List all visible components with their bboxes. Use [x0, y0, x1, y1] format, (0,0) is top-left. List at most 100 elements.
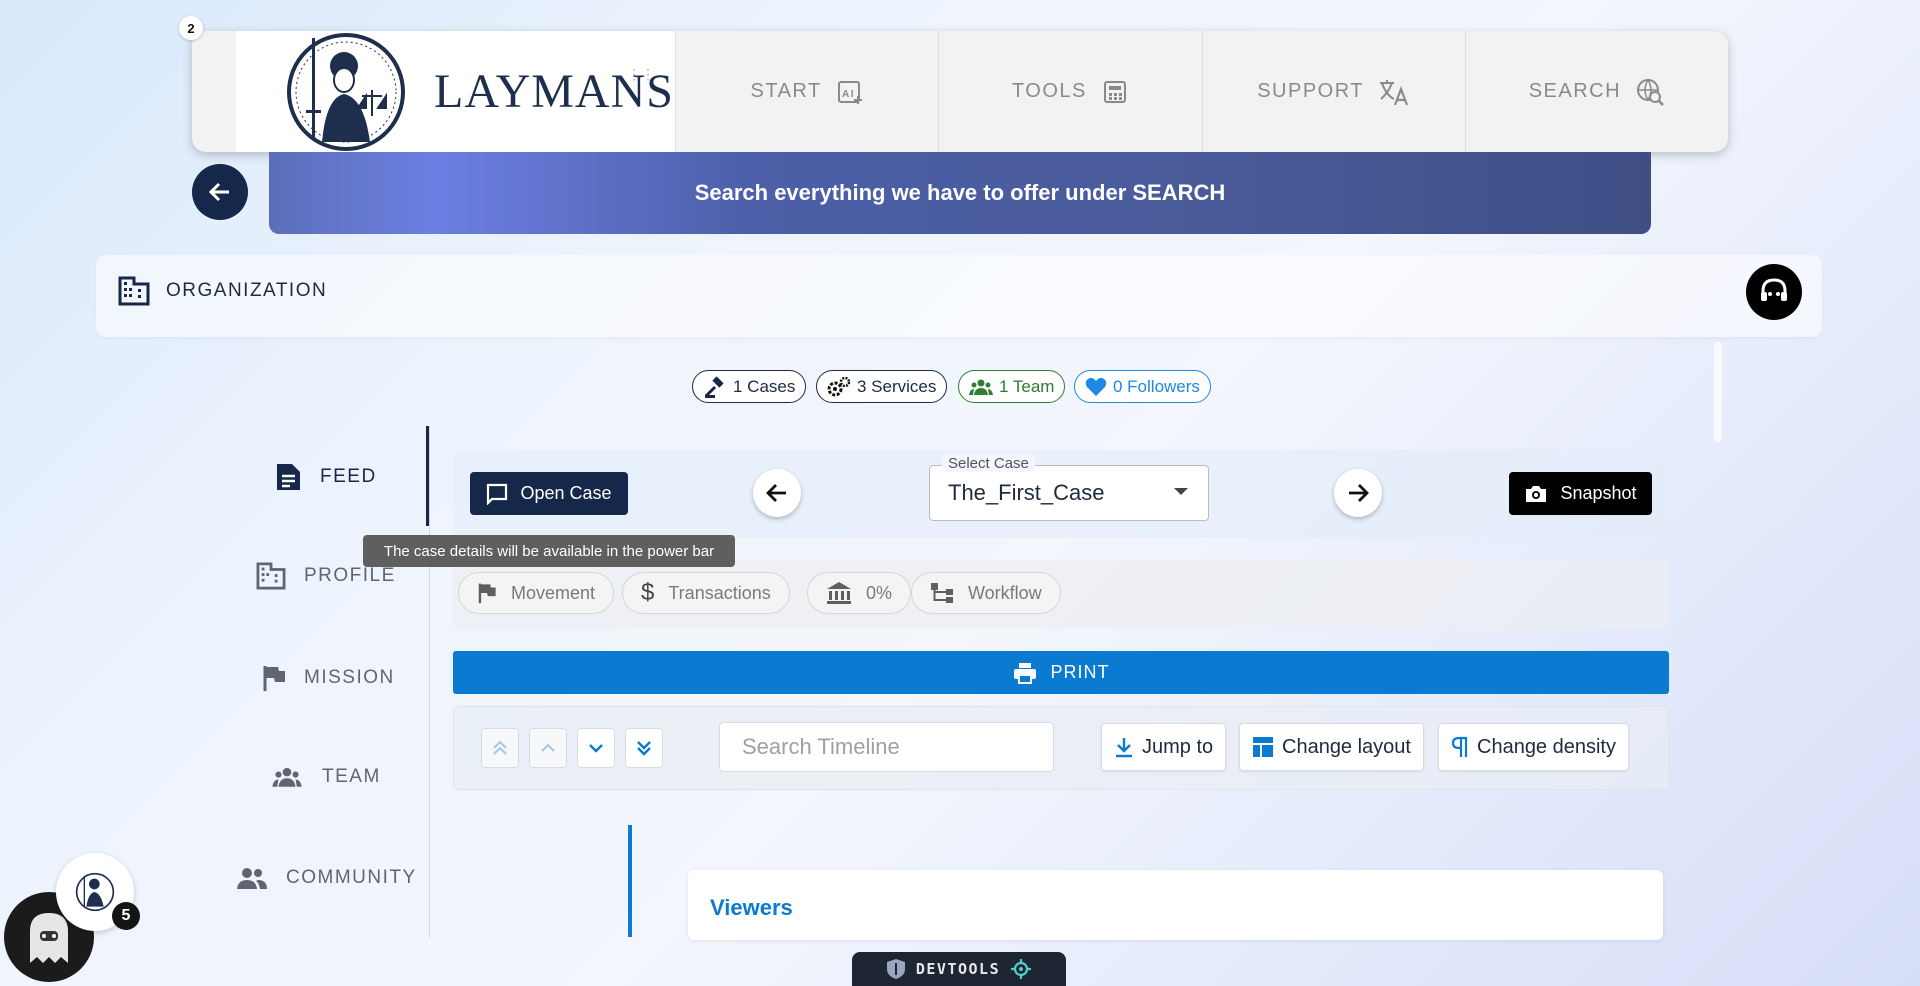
info-banner: Search everything we have to offer under… — [269, 152, 1651, 234]
sidebar-divider — [429, 426, 430, 938]
services-count: 3 Services — [857, 376, 937, 396]
printer-icon — [1013, 662, 1036, 684]
change-density-button[interactable]: Change density — [1438, 723, 1629, 771]
tab-label: Transactions — [668, 582, 771, 603]
sidebar-item-label: MISSION — [304, 667, 395, 688]
print-label: PRINT — [1050, 662, 1110, 682]
sidebar-item-feed[interactable]: FEED — [274, 462, 377, 492]
building-icon — [118, 276, 150, 306]
chevron-up-icon — [541, 743, 555, 752]
sidebar-item-mission[interactable]: MISSION — [262, 664, 395, 692]
case-select-value[interactable]: The_First_Case — [948, 480, 1105, 506]
nav-support-label: SUPPORT — [1257, 80, 1365, 102]
scroll-down-button[interactable] — [577, 728, 615, 768]
case-select-label: Select Case — [942, 455, 1035, 472]
snapshot-button[interactable]: Snapshot — [1509, 472, 1652, 515]
devtools-toggle[interactable]: DEVTOOLS — [852, 952, 1066, 986]
justice-logo-icon — [287, 32, 405, 151]
page-header — [96, 255, 1822, 337]
tab-transactions[interactable]: $ Transactions — [622, 572, 790, 614]
previous-case-button[interactable] — [753, 469, 801, 517]
svg-text:AI: AI — [842, 89, 855, 100]
nav-support[interactable]: SUPPORT — [1203, 31, 1466, 152]
arrow-left-icon — [208, 182, 229, 202]
back-button[interactable] — [192, 164, 248, 220]
layout-icon — [1253, 737, 1273, 757]
followers-count: 0 Followers — [1113, 376, 1200, 396]
tab-workflow[interactable]: Workflow — [911, 572, 1061, 614]
cases-chip[interactable]: 1 Cases — [692, 370, 807, 403]
open-case-tooltip: The case details will be available in th… — [363, 535, 735, 567]
tab-label: Workflow — [968, 582, 1042, 603]
sidebar-active-indicator — [426, 426, 429, 526]
nav-search[interactable]: SEARCH — [1466, 31, 1728, 152]
cases-count: 1 Cases — [733, 376, 796, 396]
scroll-bottom-button[interactable] — [625, 728, 663, 768]
document-icon — [277, 464, 300, 490]
scroll-up-button[interactable] — [529, 728, 567, 768]
sidebar-item-team[interactable]: TEAM — [270, 766, 381, 788]
nav-start[interactable]: START AI — [676, 31, 940, 152]
notification-badge: 5 — [112, 902, 140, 930]
print-button[interactable]: PRINT — [453, 651, 1669, 694]
sidebar-item-label: TEAM — [322, 766, 381, 787]
sidebar-item-label: COMMUNITY — [286, 867, 417, 888]
snapshot-label: Snapshot — [1560, 483, 1637, 503]
flag-icon — [263, 666, 285, 691]
headset-icon — [1761, 278, 1787, 301]
caret-down-icon[interactable] — [1174, 488, 1188, 495]
arrow-right-icon — [1349, 484, 1369, 502]
tab-label: 0% — [866, 582, 893, 603]
sidebar-item-label: PROFILE — [304, 565, 396, 586]
change-layout-label: Change layout — [1282, 735, 1411, 758]
services-chip[interactable]: 3 Services — [816, 370, 948, 403]
tab-progress[interactable]: 0% — [807, 572, 912, 614]
page-title: ORGANIZATION — [118, 276, 327, 306]
ai-spark-icon: AI — [837, 80, 862, 104]
double-chevron-up-icon — [493, 740, 507, 755]
nav-search-label: SEARCH — [1528, 80, 1622, 102]
logo[interactable]: LAYMANS ⋮⋮ — [236, 31, 676, 152]
change-layout-button[interactable]: Change layout — [1239, 723, 1424, 771]
next-case-button[interactable] — [1334, 469, 1382, 517]
building-icon — [256, 562, 286, 590]
change-density-label: Change density — [1477, 735, 1616, 758]
shield-icon — [886, 959, 905, 979]
jump-to-label: Jump to — [1142, 735, 1214, 758]
nav-badge: 2 — [179, 16, 203, 40]
gears-icon — [827, 376, 851, 396]
nav-tools[interactable]: TOOLS — [939, 31, 1203, 152]
sidebar-item-label: FEED — [320, 466, 377, 487]
timeline-search-input[interactable] — [719, 722, 1054, 772]
download-arrow-icon — [1116, 738, 1132, 758]
drag-handle-icon[interactable]: ⋮⋮ — [627, 67, 655, 81]
heart-icon — [1085, 377, 1107, 396]
tab-movement[interactable]: Movement — [458, 572, 615, 614]
camera-icon — [1526, 485, 1547, 502]
chevron-down-icon — [589, 744, 603, 753]
chat-icon — [487, 483, 508, 505]
group-icon — [969, 379, 993, 395]
flag-icon — [478, 583, 496, 604]
viewers-card — [688, 870, 1663, 940]
crosshair-icon — [1011, 959, 1032, 979]
arrow-left-icon — [766, 484, 786, 502]
scroll-top-button[interactable] — [481, 728, 519, 768]
jump-to-button[interactable]: Jump to — [1101, 723, 1227, 771]
page-title-text: ORGANIZATION — [166, 280, 328, 301]
dollar-icon: $ — [641, 579, 655, 606]
devtools-label: DEVTOOLS — [915, 960, 1001, 978]
support-chat-button[interactable] — [1746, 264, 1802, 320]
open-case-button[interactable]: Open Case — [470, 472, 628, 515]
sidebar-item-community[interactable]: COMMUNITY — [236, 866, 417, 890]
team-chip[interactable]: 1 Team — [958, 370, 1066, 403]
banner-text: Search everything we have to offer under… — [694, 180, 1226, 205]
nav-tools-label: TOOLS — [1011, 80, 1087, 102]
followers-chip[interactable]: 0 Followers — [1074, 370, 1211, 403]
top-navigation: LAYMANS ⋮⋮ START AI TOOLS SUPPORT SEARCH — [192, 31, 1728, 152]
double-chevron-down-icon — [637, 741, 651, 756]
gavel-icon — [704, 375, 724, 398]
scrollbar[interactable] — [1714, 342, 1722, 442]
justice-logo-icon — [75, 872, 115, 912]
calculator-icon — [1103, 80, 1126, 103]
